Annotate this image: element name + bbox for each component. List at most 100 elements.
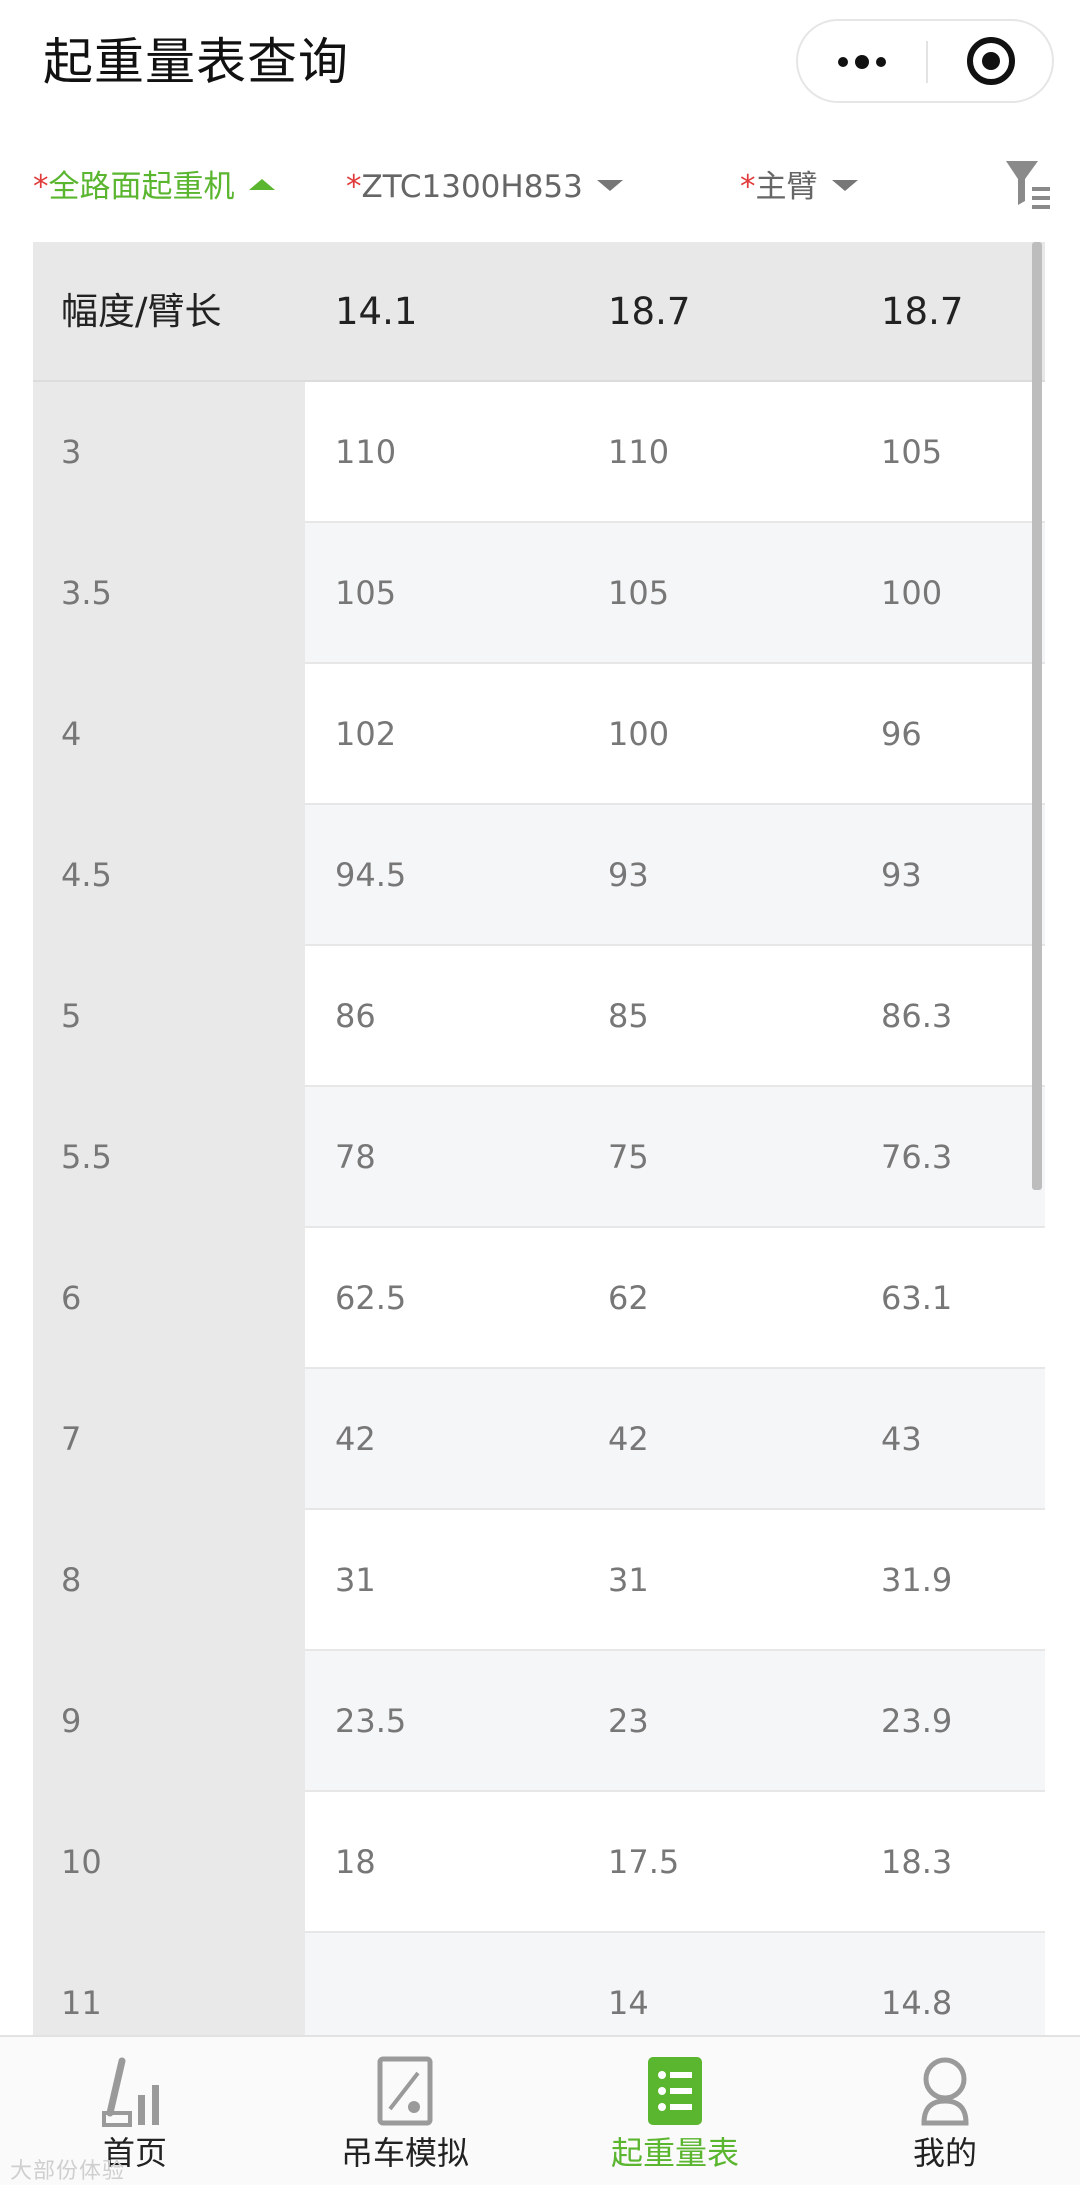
profile-icon [921, 2057, 969, 2126]
capacity-cell: 23.5 [335, 1702, 407, 1740]
radius-cell: 7 [33, 1369, 305, 1510]
capacity-cell: 94.5 [335, 856, 407, 894]
table-scrollbar[interactable] [1032, 242, 1042, 1190]
capacity-cell: 86.3 [881, 997, 953, 1035]
tab-label: 起重量表 [610, 2134, 739, 2172]
page-title: 起重量表查询 [43, 33, 349, 91]
table-row: 5.5 78 75 76.3 [33, 1087, 1045, 1228]
capacity-cell: 86 [335, 997, 376, 1035]
target-core-icon [982, 52, 1000, 70]
capacity-cell: 18.3 [881, 1843, 953, 1881]
capacity-cell: 85 [608, 997, 649, 1035]
capacity-cell: 18 [335, 1843, 376, 1881]
table-row: 6 62.5 62 63.1 [33, 1228, 1045, 1369]
radius-cell: 11 [33, 1933, 305, 2035]
filter-label: 全路面起重机 [48, 169, 235, 205]
crane-home-icon [102, 2057, 159, 2127]
table-row: 3 110 110 105 [33, 382, 1045, 523]
capacity-cell: 62.5 [335, 1279, 407, 1317]
more-dot-icon [838, 57, 848, 67]
capacity-cell: 63.1 [881, 1279, 953, 1317]
filter-icon[interactable] [1004, 157, 1052, 213]
capacity-cell: 42 [335, 1420, 376, 1458]
capacity-cell: 42 [608, 1420, 649, 1458]
table-row: 7 42 42 43 [33, 1369, 1045, 1510]
radius-cell: 4 [33, 664, 305, 805]
caret-down-icon [831, 180, 858, 191]
load-chart-table[interactable]: 幅度/臂长 14.1 18.7 18.7 3 110 110 105 3.5 105 105… [33, 242, 1045, 2035]
capacity-cell: 105 [881, 433, 943, 471]
capacity-cell: 110 [335, 433, 397, 471]
capacity-cell: 76.3 [881, 1138, 953, 1176]
capacity-cell: 14 [608, 1984, 649, 2022]
radius-cell: 5 [33, 946, 305, 1087]
capacity-cell: 31.9 [881, 1561, 953, 1599]
capacity-cell: 96 [881, 715, 922, 753]
capacity-cell: 100 [881, 574, 943, 612]
radius-cell: 6 [33, 1228, 305, 1369]
capacity-cell: 23 [608, 1702, 649, 1740]
filter-label: 主臂 [755, 169, 818, 205]
capacity-cell: 23.9 [881, 1702, 953, 1740]
required-mark: * [740, 169, 756, 205]
capacity-cell: 93 [881, 856, 922, 894]
required-mark: * [33, 169, 49, 205]
capacity-cell: 102 [335, 715, 397, 753]
caret-up-icon [248, 179, 275, 190]
table-row: 9 23.5 23 23.9 [33, 1651, 1045, 1792]
capacity-cell: 93 [608, 856, 649, 894]
close-button[interactable] [929, 21, 1053, 101]
nav-header: 起重量表查询 [0, 0, 1080, 125]
capacity-cell: 75 [608, 1138, 649, 1176]
table-row: 4.5 94.5 93 93 [33, 805, 1045, 946]
filter-model[interactable]: *ZTC1300H853 [346, 165, 623, 209]
more-dot-icon [876, 57, 886, 67]
table-row: 4 102 100 96 [33, 664, 1045, 805]
capacity-cell: 31 [608, 1561, 649, 1599]
radius-cell: 4.5 [33, 805, 305, 946]
watermark-text: 大部份体验 [10, 2159, 126, 2184]
tab-profile[interactable]: 我的 [810, 2037, 1080, 2187]
filter-crane-type[interactable]: *全路面起重机 [33, 165, 275, 209]
more-dot-icon [855, 55, 869, 69]
capacity-cell: 17.5 [608, 1843, 680, 1881]
capacity-cell: 110 [608, 433, 670, 471]
tab-crane-simulation[interactable]: 吊车模拟 [270, 2037, 540, 2187]
capacity-cell: 14.8 [881, 1984, 953, 2022]
capacity-cell: 62 [608, 1279, 649, 1317]
radius-cell: 9 [33, 1651, 305, 1792]
caret-down-icon [596, 180, 623, 191]
more-button[interactable] [798, 21, 926, 101]
table-row: 8 31 31 31.9 [33, 1510, 1045, 1651]
header-cell-boom-length: 14.1 [335, 290, 418, 333]
capacity-cell: 78 [335, 1138, 376, 1176]
load-chart-icon [648, 2057, 702, 2125]
table-row: 5 86 85 86.3 [33, 946, 1045, 1087]
table-header-row: 幅度/臂长 14.1 18.7 18.7 [33, 242, 1045, 382]
capacity-cell: 31 [335, 1561, 376, 1599]
header-cell-boom-length: 18.7 [881, 290, 964, 333]
radius-cell: 3.5 [33, 523, 305, 664]
capacity-cell: 105 [335, 574, 397, 612]
capacity-cell: 100 [608, 715, 670, 753]
tab-load-chart[interactable]: 起重量表 [540, 2037, 810, 2187]
radius-cell: 3 [33, 382, 305, 523]
simulation-icon [377, 2056, 433, 2126]
capacity-cell: 105 [608, 574, 670, 612]
miniprogram-capsule [796, 19, 1054, 103]
filter-label: ZTC1300H853 [361, 169, 583, 205]
capacity-cell: 43 [881, 1420, 922, 1458]
tab-label: 吊车模拟 [340, 2134, 469, 2172]
capacity-cell [305, 1933, 578, 2035]
table-row: 10 18 17.5 18.3 [33, 1792, 1045, 1933]
bottom-tab-bar: 首页 吊车模拟 起重量表 我的 [0, 2035, 1080, 2185]
radius-cell: 5.5 [33, 1087, 305, 1228]
required-mark: * [346, 169, 362, 205]
table-row: 11 14 14.8 [33, 1933, 1045, 2035]
filter-bar: *全路面起重机 *ZTC1300H853 *主臂 [0, 125, 1080, 240]
header-cell-radius-boom: 幅度/臂长 [61, 290, 222, 333]
table-row: 3.5 105 105 100 [33, 523, 1045, 664]
radius-cell: 10 [33, 1792, 305, 1933]
filter-boom-type[interactable]: *主臂 [740, 165, 858, 209]
header-cell-boom-length: 18.7 [608, 290, 691, 333]
